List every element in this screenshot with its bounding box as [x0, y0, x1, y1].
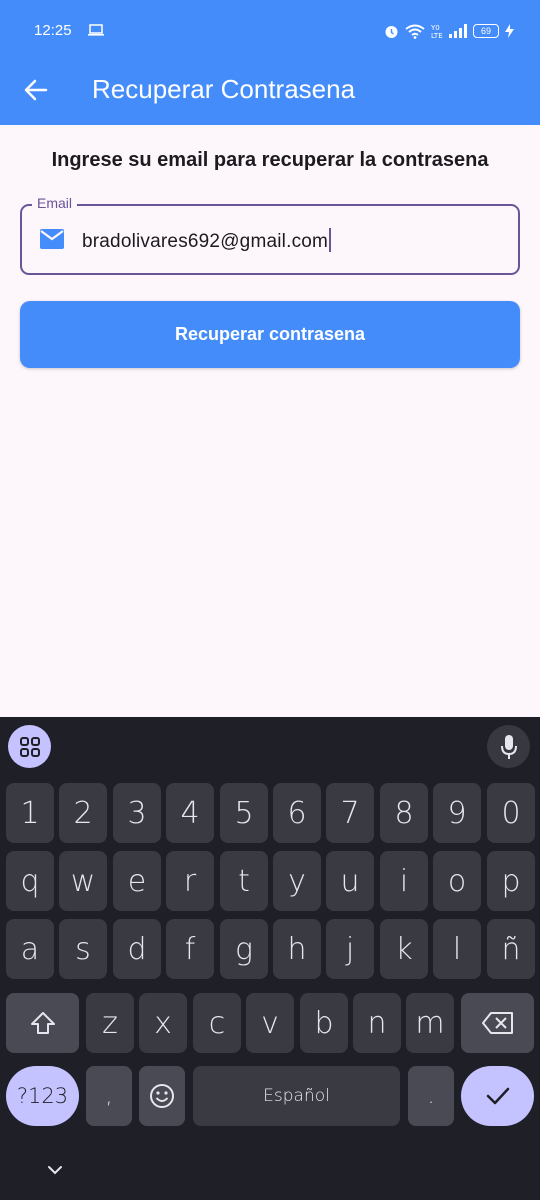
laptop-icon [88, 24, 104, 36]
space-key[interactable]: Español [193, 1066, 400, 1126]
key-8[interactable]: 8 [380, 783, 428, 843]
email-label: Email [32, 195, 78, 211]
period-key[interactable]: . [408, 1066, 454, 1126]
battery-icon: 69 [473, 24, 499, 38]
key-4[interactable]: 4 [166, 783, 214, 843]
email-field[interactable]: Email bradolivares692@gmail.com [20, 195, 520, 275]
instruction-text: Ingrese su email para recuperar la contr… [51, 149, 489, 171]
shift-key[interactable] [6, 993, 79, 1053]
key-i[interactable]: i [380, 851, 428, 911]
page-title: Recuperar Contrasena [92, 74, 356, 104]
key-p[interactable]: p [487, 851, 535, 911]
key-m[interactable]: m [406, 993, 454, 1053]
key-7[interactable]: 7 [326, 783, 374, 843]
grid-icon [19, 736, 40, 757]
key-5[interactable]: 5 [220, 783, 268, 843]
keyboard-apps-button[interactable] [8, 725, 51, 768]
volte-icon: Y0 LTE [431, 24, 443, 39]
key-j[interactable]: j [326, 919, 374, 979]
recover-password-button[interactable]: Recuperar contrasena [20, 301, 520, 368]
key-0[interactable]: 0 [487, 783, 535, 843]
email-input[interactable]: bradolivares692@gmail.com [82, 228, 332, 253]
battery-level: 69 [480, 26, 491, 36]
key-2[interactable]: 2 [59, 783, 107, 843]
key-d[interactable]: d [113, 919, 161, 979]
soft-keyboard: 1 2 3 4 5 6 7 8 9 0 q w e r t y u i o p … [0, 717, 540, 1200]
checkmark-icon [486, 1087, 509, 1105]
key-s[interactable]: s [59, 919, 107, 979]
key-t[interactable]: t [220, 851, 268, 911]
emoji-icon [150, 1084, 174, 1108]
status-time: 12:25 [34, 22, 72, 39]
svg-text:Y0: Y0 [431, 24, 440, 32]
status-bar: 12:25 Y0 LTE 69 [0, 0, 540, 62]
key-a[interactable]: a [6, 919, 54, 979]
key-6[interactable]: 6 [273, 783, 321, 843]
emoji-key[interactable] [139, 1066, 185, 1126]
key-o[interactable]: o [433, 851, 481, 911]
key-l[interactable]: l [433, 919, 481, 979]
key-u[interactable]: u [326, 851, 374, 911]
key-n[interactable]: n [353, 993, 401, 1053]
key-c[interactable]: c [193, 993, 241, 1053]
key-9[interactable]: 9 [433, 783, 481, 843]
key-n-tilde[interactable]: ñ [487, 919, 535, 979]
key-z[interactable]: z [86, 993, 134, 1053]
status-icons: Y0 LTE 69 [384, 21, 514, 41]
svg-text:LTE: LTE [431, 32, 443, 39]
key-e[interactable]: e [113, 851, 161, 911]
microphone-icon [500, 734, 517, 759]
key-v[interactable]: v [246, 993, 294, 1053]
alarm-icon [385, 25, 398, 38]
key-y[interactable]: y [273, 851, 321, 911]
voice-input-button[interactable] [487, 725, 530, 768]
key-r[interactable]: r [166, 851, 214, 911]
backspace-key[interactable] [461, 993, 534, 1053]
text-caret [329, 228, 332, 252]
shift-icon [30, 1012, 55, 1034]
backspace-icon [481, 1012, 513, 1034]
hide-keyboard-icon[interactable] [45, 1163, 65, 1177]
signal-icon [449, 24, 467, 38]
wifi-icon [405, 24, 425, 39]
key-h[interactable]: h [273, 919, 321, 979]
back-button[interactable] [18, 72, 54, 108]
key-g[interactable]: g [220, 919, 268, 979]
key-f[interactable]: f [166, 919, 214, 979]
comma-key[interactable]: , [86, 1066, 132, 1126]
key-1[interactable]: 1 [6, 783, 54, 843]
email-value-text: bradolivares692@gmail.com [82, 231, 329, 252]
key-x[interactable]: x [139, 993, 187, 1053]
key-b[interactable]: b [300, 993, 348, 1053]
charging-icon [505, 24, 514, 38]
key-w[interactable]: w [59, 851, 107, 911]
symbols-key[interactable]: ?123 [6, 1066, 79, 1126]
mail-icon [40, 229, 64, 249]
key-k[interactable]: k [380, 919, 428, 979]
key-3[interactable]: 3 [113, 783, 161, 843]
app-bar: Recuperar Contrasena [0, 62, 540, 125]
key-q[interactable]: q [6, 851, 54, 911]
top-bar: 12:25 Y0 LTE 69 Recuperar Contrasena [0, 0, 540, 125]
enter-key[interactable] [461, 1066, 534, 1126]
arrow-back-icon [24, 79, 48, 101]
